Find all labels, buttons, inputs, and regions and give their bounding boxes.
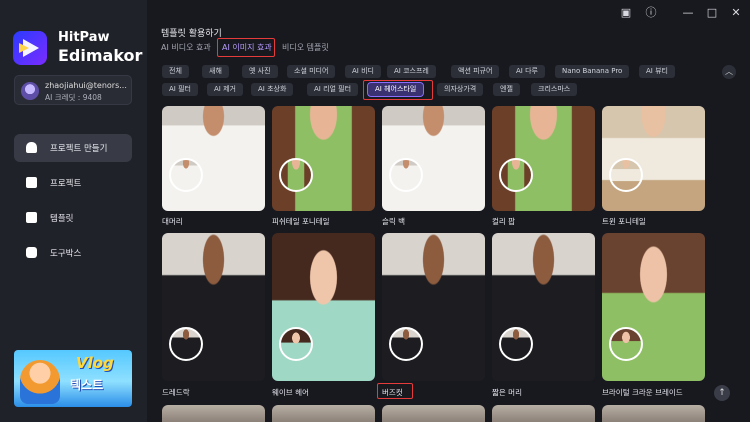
edimakor-logo-icon	[13, 31, 47, 65]
promo-character-image	[20, 360, 60, 404]
template-card-partial[interactable]	[602, 405, 705, 422]
template-card-buzz-cut[interactable]	[382, 233, 485, 381]
template-caption: 웨이브 헤어	[272, 388, 309, 397]
chip-action-figure[interactable]: 액션 피규어	[451, 65, 500, 78]
before-thumbnail	[609, 327, 643, 361]
template-card-short-hair[interactable]	[492, 233, 595, 381]
before-thumbnail	[279, 327, 313, 361]
highlight-box-chip	[363, 80, 433, 100]
info-icon[interactable]: ⓘ	[644, 6, 658, 20]
tab-ai-video-effects[interactable]: AI 비디오 효과	[161, 40, 211, 55]
template-card-partial[interactable]	[162, 405, 265, 422]
brand-name-line2: Edimakor	[58, 46, 143, 65]
before-thumbnail	[279, 158, 313, 192]
sidebar-item-label: 도구박스	[50, 249, 82, 259]
folder-plus-icon	[26, 177, 37, 188]
chip-nano-banana-pro[interactable]: Nano Banana Pro	[555, 65, 630, 78]
section-title: 템플릿 활용하기	[161, 29, 222, 39]
template-card-partial[interactable]	[492, 405, 595, 422]
template-preview-image	[272, 106, 375, 211]
before-thumbnail	[389, 327, 423, 361]
before-thumbnail	[499, 158, 533, 192]
template-card-twin-ponytail[interactable]	[602, 106, 705, 211]
chip-ai-remove[interactable]: AI 제거	[207, 83, 243, 96]
scroll-to-top-button[interactable]: ↑	[714, 385, 730, 401]
chip-chair-price[interactable]: 의자상가격	[437, 83, 484, 96]
template-caption: 컬리 팝	[492, 217, 516, 226]
sidebar: HitPaw Edimakor zhaojiahui@tenors... AI …	[0, 0, 147, 422]
sidebar-item-label: 템플릿	[50, 214, 74, 224]
template-caption: 트윈 포니테일	[602, 217, 646, 226]
template-card-fishtail-ponytail[interactable]	[272, 106, 375, 211]
brand-name-line1: HitPaw	[58, 30, 110, 45]
highlight-box-caption	[377, 383, 413, 399]
before-thumbnail	[169, 158, 203, 192]
before-thumbnail	[499, 327, 533, 361]
user-email: zhaojiahui@tenors...	[45, 81, 127, 90]
template-preview-image	[162, 106, 265, 211]
minimize-button[interactable]: —	[681, 6, 695, 20]
sidebar-item-templates[interactable]: 템플릿	[14, 204, 132, 232]
template-card-curly-pop[interactable]	[492, 106, 595, 211]
template-card-bald[interactable]	[162, 106, 265, 211]
chip-christmas[interactable]: 크리스마스	[531, 83, 578, 96]
feedback-icon[interactable]: ▣	[619, 6, 633, 20]
template-card-dreadlocks[interactable]	[162, 233, 265, 381]
chip-ai-cosplay[interactable]: AI 코스프레	[387, 65, 436, 78]
maximize-button[interactable]: □	[705, 6, 719, 20]
template-caption: 짧은 머리	[492, 388, 522, 397]
template-caption: 피쉬테일 포니테일	[272, 217, 330, 226]
chip-old-photo[interactable]: 옛 사진	[242, 65, 278, 78]
template-caption: 슬릭 백	[382, 217, 406, 226]
main-content: ▣ ⓘ — □ ✕ 템플릿 활용하기 AI 비디오 효과 AI 이미지 효과 비…	[147, 0, 750, 422]
chip-ai-filter[interactable]: AI 필터	[162, 83, 198, 96]
template-icon	[26, 212, 37, 223]
before-thumbnail	[389, 158, 423, 192]
before-thumbnail	[609, 158, 643, 192]
toolbox-icon	[26, 247, 37, 258]
template-caption: 드레드락	[162, 388, 190, 397]
chip-all[interactable]: 전체	[162, 65, 189, 78]
sidebar-item-label: 프로젝트	[50, 179, 82, 189]
chip-ai-beauty[interactable]: AI 뷰티	[639, 65, 675, 78]
chip-ai-portrait[interactable]: AI 초상화	[251, 83, 294, 96]
chip-angel[interactable]: 엔젤	[493, 83, 520, 96]
template-preview-image	[382, 106, 485, 211]
promo-banner[interactable]: Vlog 텍스트	[14, 350, 132, 407]
sidebar-item-projects[interactable]: 프로젝트	[14, 169, 132, 197]
before-thumbnail	[169, 327, 203, 361]
chip-new-year[interactable]: 새해	[202, 65, 229, 78]
promo-subtitle: 텍스트	[70, 378, 104, 392]
promo-title: Vlog	[76, 354, 114, 372]
template-card-bridal-crown-braid[interactable]	[602, 233, 705, 381]
template-preview-image	[602, 106, 705, 211]
chip-ai-real-filter[interactable]: AI 리얼 필터	[307, 83, 359, 96]
template-caption: 대머리	[162, 217, 183, 226]
chip-social-media[interactable]: 소셜 미디어	[287, 65, 336, 78]
sidebar-item-create-project[interactable]: 프로젝트 만들기	[14, 134, 132, 162]
template-preview-image	[492, 106, 595, 211]
highlight-box-tab	[217, 38, 275, 57]
template-caption: 브라이털 크라운 브레이드	[602, 388, 683, 397]
template-card-partial[interactable]	[272, 405, 375, 422]
sidebar-item-label: 프로젝트 만들기	[50, 144, 108, 154]
home-icon	[26, 142, 37, 153]
template-card-slick-back[interactable]	[382, 106, 485, 211]
tab-video-templates[interactable]: 비디오 템플릿	[282, 40, 329, 55]
avatar	[21, 82, 39, 100]
chip-ai-bd[interactable]: AI 비디	[345, 65, 381, 78]
template-card-partial[interactable]	[382, 405, 485, 422]
ai-credits: AI 크레딧 : 9408	[45, 93, 102, 102]
collapse-chips-button[interactable]: ︿	[722, 65, 736, 79]
sidebar-item-toolbox[interactable]: 도구박스	[14, 239, 132, 267]
chip-ai-daru[interactable]: AI 다루	[509, 65, 545, 78]
close-button[interactable]: ✕	[729, 6, 743, 20]
template-card-wave-hair[interactable]	[272, 233, 375, 381]
user-account-card[interactable]: zhaojiahui@tenors... AI 크레딧 : 9408	[14, 75, 132, 105]
